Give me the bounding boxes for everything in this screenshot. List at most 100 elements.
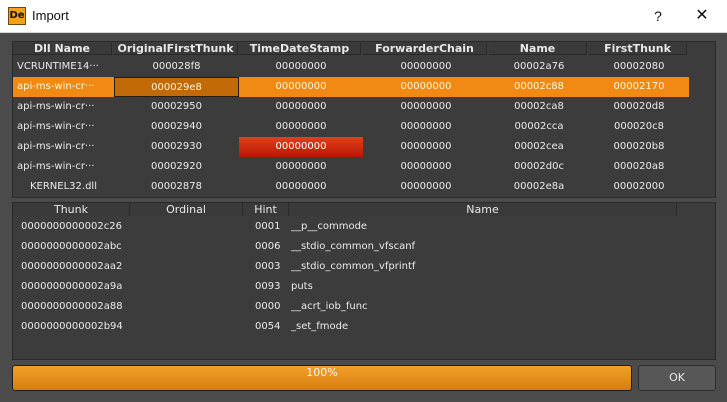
forwarder-chain-cell: 00000000 <box>400 121 452 132</box>
thunk-table-row[interactable]: 0000000000002abc 0006 __stdio_common_vfs… <box>13 237 689 257</box>
first-thunk-cell: 000020c8 <box>613 121 665 132</box>
thunk-table: Thunk Ordinal Hint Name 0000000000002c26… <box>12 202 716 360</box>
time-date-stamp-cell: 00000000 <box>275 181 327 192</box>
import-name-cell: __stdio_common_vfscanf <box>291 241 416 252</box>
dll-table-row-selected[interactable]: api-ms-win-cr··· 000029e8 00000000 00000… <box>13 77 689 97</box>
thunk-cell: 0000000000002abc <box>21 241 122 252</box>
col-time-date-stamp[interactable]: TimeDateStamp <box>239 43 361 55</box>
first-thunk-cell: 00002000 <box>613 181 665 192</box>
forwarder-chain-cell: 00000000 <box>400 141 452 152</box>
ordinal-cell <box>134 257 243 277</box>
dll-name-cell: api-ms-win-cr··· <box>13 77 114 97</box>
time-date-stamp-cell: 00000000 <box>275 61 327 72</box>
dll-table-row[interactable]: api-ms-win-cr··· 00002950 00000000 00000… <box>13 97 689 117</box>
col-name[interactable]: Name <box>289 203 677 216</box>
forwarder-chain-cell: 00000000 <box>400 181 452 192</box>
hint-cell: 0006 <box>255 241 281 252</box>
col-first-thunk[interactable]: FirstThunk <box>589 43 687 55</box>
thunk-cell: 0000000000002a88 <box>21 301 123 312</box>
close-button[interactable]: ✕ <box>686 4 718 28</box>
progress-bar: 100% <box>12 365 632 391</box>
thunk-table-row[interactable]: 0000000000002a9a 0093 puts <box>13 277 689 297</box>
dll-table-row[interactable]: VCRUNTIME14··· 000028f8 00000000 0000000… <box>13 57 689 77</box>
ordinal-cell <box>134 237 243 257</box>
original-first-thunk-cell: 00002940 <box>151 121 202 132</box>
thunk-table-row[interactable]: 0000000000002c26 0001 __p__commode <box>13 217 689 237</box>
thunk-table-row[interactable]: 0000000000002aa2 0003 __stdio_common_vfp… <box>13 257 689 277</box>
col-forwarder-chain[interactable]: ForwarderChain <box>363 43 487 55</box>
time-date-stamp-cell: 00000000 <box>239 77 363 97</box>
col-dll-name[interactable]: Dll Name <box>13 43 112 55</box>
dll-import-table: Dll Name OriginalFirstThunk TimeDateStam… <box>12 41 716 198</box>
thunk-cell: 0000000000002aa2 <box>21 261 123 272</box>
time-date-stamp-cell: 00000000 <box>275 121 327 132</box>
ordinal-cell <box>134 217 243 237</box>
thunk-table-row[interactable]: 0000000000002b94 0054 _set_fmode <box>13 317 689 337</box>
name-cell: 00002d0c <box>513 161 565 172</box>
col-ordinal[interactable]: Ordinal <box>130 203 243 216</box>
dll-name-cell: api-ms-win-cr··· <box>17 141 95 152</box>
dll-table-header: Dll Name OriginalFirstThunk TimeDateStam… <box>13 42 715 56</box>
import-name-cell: puts <box>291 281 313 292</box>
ok-button[interactable]: OK <box>638 365 716 391</box>
dll-table-row[interactable]: KERNEL32.dll 00002878 00000000 00000000 … <box>13 177 689 197</box>
hint-cell: 0001 <box>255 221 281 232</box>
help-button[interactable]: ? <box>644 4 672 28</box>
time-date-stamp-cell: 00000000 <box>275 101 327 112</box>
dll-table-row[interactable]: api-ms-win-cr··· 00002930 00000000 00000… <box>13 137 689 157</box>
forwarder-chain-cell: 00000000 <box>400 101 452 112</box>
original-first-thunk-cell: 00002920 <box>151 161 202 172</box>
forwarder-chain-cell: 00000000 <box>400 61 452 72</box>
first-thunk-cell: 00002170 <box>589 77 689 97</box>
name-cell: 00002a76 <box>513 61 565 72</box>
time-date-stamp-cell: 00000000 <box>275 161 327 172</box>
name-cell: 00002c88 <box>489 77 589 97</box>
app-icon: De <box>8 7 26 25</box>
window-title: Import <box>32 8 69 23</box>
original-first-thunk-cell: 00002878 <box>151 181 202 192</box>
first-thunk-cell: 000020a8 <box>613 161 665 172</box>
col-hint[interactable]: Hint <box>243 203 289 216</box>
name-cell: 00002ca8 <box>514 101 564 112</box>
import-name-cell: __acrt_iob_func <box>291 301 368 312</box>
ordinal-cell <box>134 297 243 317</box>
name-cell: 00002cca <box>514 121 564 132</box>
dll-name-cell: KERNEL32.dll <box>29 181 97 192</box>
forwarder-chain-cell: 00000000 <box>400 161 452 172</box>
original-first-thunk-cell: 000028f8 <box>152 61 201 72</box>
dll-table-row[interactable]: api-ms-win-cr··· 00002920 00000000 00000… <box>13 157 689 177</box>
time-date-stamp-cell-highlighted: 00000000 <box>239 137 363 157</box>
thunk-cell: 0000000000002b94 <box>21 321 123 332</box>
hint-cell: 0054 <box>255 321 281 332</box>
dll-name-cell: api-ms-win-cr··· <box>17 101 95 112</box>
hint-cell: 0000 <box>255 301 281 312</box>
ordinal-cell <box>134 277 243 297</box>
col-name[interactable]: Name <box>489 43 587 55</box>
first-thunk-cell: 000020b8 <box>613 141 665 152</box>
thunk-cell: 0000000000002a9a <box>21 281 123 292</box>
progress-label: 100% <box>306 366 338 379</box>
title-bar: De Import ? ✕ <box>0 0 727 33</box>
import-name-cell: __stdio_common_vfprintf <box>291 261 416 272</box>
import-name-cell: __p__commode <box>291 221 368 232</box>
forwarder-chain-cell: 00000000 <box>363 77 489 97</box>
dll-name-cell: api-ms-win-cr··· <box>17 121 95 132</box>
name-cell: 00002e8a <box>513 181 565 192</box>
thunk-cell: 0000000000002c26 <box>21 221 122 232</box>
original-first-thunk-cell: 00002930 <box>151 141 202 152</box>
original-first-thunk-cell: 00002950 <box>151 101 202 112</box>
dll-name-cell: VCRUNTIME14··· <box>17 61 99 72</box>
hint-cell: 0003 <box>255 261 281 272</box>
dll-table-row[interactable]: api-ms-win-cr··· 00002940 00000000 00000… <box>13 117 689 137</box>
name-cell: 00002cea <box>514 141 564 152</box>
thunk-table-row[interactable]: 0000000000002a88 0000 __acrt_iob_func <box>13 297 689 317</box>
hint-cell: 0093 <box>255 281 281 292</box>
first-thunk-cell: 00002080 <box>613 61 665 72</box>
import-name-cell: _set_fmode <box>291 321 349 332</box>
dll-name-cell: api-ms-win-cr··· <box>17 161 95 172</box>
original-first-thunk-cell-focused[interactable]: 000029e8 <box>114 77 239 97</box>
ordinal-cell <box>134 317 243 337</box>
col-original-first-thunk[interactable]: OriginalFirstThunk <box>114 43 238 55</box>
col-thunk[interactable]: Thunk <box>13 203 130 216</box>
first-thunk-cell: 000020d8 <box>613 101 665 112</box>
